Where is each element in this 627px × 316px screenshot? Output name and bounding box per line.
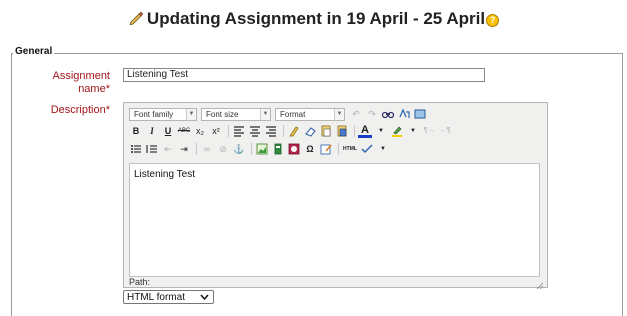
font-color-icon[interactable]: A xyxy=(358,124,372,138)
outdent-icon[interactable]: ⇤ xyxy=(161,142,175,156)
toolbar-row-3: ⇤ ⇥ ∞ ⊘ ⚓ Ω HTML ▼ xyxy=(129,141,392,157)
ltr-icon[interactable]: ¶→ xyxy=(422,124,436,138)
emoticon-icon[interactable] xyxy=(287,142,301,156)
align-right-icon[interactable] xyxy=(264,124,278,138)
chevron-down-icon: ▼ xyxy=(334,108,344,120)
page-title-text: Updating Assignment in 19 April - 25 Apr… xyxy=(146,9,486,28)
clean-icon[interactable] xyxy=(287,124,301,138)
toolbar-separator xyxy=(354,125,355,137)
page-title: Updating Assignment in 19 April - 25 Apr… xyxy=(0,9,627,29)
format-block-select-label: Format xyxy=(280,109,306,119)
align-center-icon[interactable] xyxy=(248,124,262,138)
format-block-select[interactable]: Format ▼ xyxy=(275,107,345,121)
html-icon[interactable]: HTML xyxy=(342,142,358,156)
highlight-icon[interactable] xyxy=(390,124,404,138)
superscript-button[interactable]: x² xyxy=(209,124,223,138)
chevron-down-icon[interactable]: ▼ xyxy=(376,142,390,156)
special-char-icon[interactable]: Ω xyxy=(303,142,317,156)
media-icon[interactable] xyxy=(271,142,285,156)
toolbar-separator xyxy=(338,143,339,155)
align-left-icon[interactable] xyxy=(232,124,246,138)
numbered-list-icon[interactable] xyxy=(145,142,159,156)
spellcheck-icon[interactable] xyxy=(360,142,374,156)
paste-text-icon[interactable] xyxy=(319,124,333,138)
image-icon[interactable] xyxy=(255,142,269,156)
chevron-down-icon[interactable]: ▼ xyxy=(374,124,388,138)
font-family-select[interactable]: Font family ▼ xyxy=(129,107,197,121)
subscript-button[interactable]: x₂ xyxy=(193,124,207,138)
font-size-select[interactable]: Font size ▼ xyxy=(201,107,271,121)
font-size-select-label: Font size xyxy=(206,109,239,119)
italic-button[interactable]: I xyxy=(145,124,159,138)
toolbar-separator xyxy=(251,143,252,155)
underline-button[interactable]: U xyxy=(161,124,175,138)
redo-icon[interactable]: ↷ xyxy=(365,107,379,121)
toolbar-row-2: B I U ABC x₂ x² A ▼ ▼ ¶→ ←¶ xyxy=(129,123,454,139)
toolbar-separator xyxy=(196,143,197,155)
chevron-down-icon xyxy=(200,291,209,305)
description-label: Description* xyxy=(40,104,110,117)
find-icon[interactable] xyxy=(381,107,395,121)
paste-word-icon[interactable] xyxy=(335,124,349,138)
replace-icon[interactable] xyxy=(397,107,411,121)
anchor-icon[interactable]: ⚓ xyxy=(232,142,246,156)
text-format-select[interactable]: HTML format xyxy=(123,290,214,304)
chevron-down-icon[interactable]: ▼ xyxy=(406,124,420,138)
description-editor: Font family ▼ Font size ▼ Format ▼ ↶ ↷ B… xyxy=(123,102,548,290)
undo-icon[interactable]: ↶ xyxy=(349,107,363,121)
general-legend: General xyxy=(13,46,55,57)
toolbar-separator xyxy=(228,125,229,137)
help-icon[interactable]: ? xyxy=(486,14,500,27)
resize-handle-icon[interactable] xyxy=(536,277,544,290)
rtl-icon[interactable]: ←¶ xyxy=(438,124,452,138)
toolbar-separator xyxy=(283,125,284,137)
chevron-down-icon: ▼ xyxy=(260,108,270,120)
assignment-name-input[interactable]: Listening Test xyxy=(123,68,485,82)
nolink-icon[interactable] xyxy=(319,142,333,156)
bullet-list-icon[interactable] xyxy=(129,142,143,156)
eraser-icon[interactable] xyxy=(303,124,317,138)
editor-content-text: Listening Test xyxy=(134,169,195,180)
link-icon[interactable]: ∞ xyxy=(200,142,214,156)
required-mark: * xyxy=(105,104,110,116)
edit-icon xyxy=(128,10,144,26)
editor-content-area[interactable]: Listening Test xyxy=(129,163,540,277)
indent-icon[interactable]: ⇥ xyxy=(177,142,191,156)
assignment-name-label: Assignment name* xyxy=(40,70,110,96)
chevron-down-icon: ▼ xyxy=(186,108,196,120)
description-label-text: Description xyxy=(50,104,106,116)
editor-path-label: Path: xyxy=(129,277,151,287)
font-family-select-label: Font family xyxy=(134,109,174,119)
strikethrough-button[interactable]: ABC xyxy=(177,124,191,138)
required-mark: * xyxy=(105,83,110,95)
assignment-name-label-text: Assignment name xyxy=(52,70,110,95)
text-format-select-value: HTML format xyxy=(127,292,185,303)
fullscreen-icon[interactable] xyxy=(413,107,427,121)
unlink-icon[interactable]: ⊘ xyxy=(216,142,230,156)
bold-button[interactable]: B xyxy=(129,124,143,138)
toolbar-row-1: Font family ▼ Font size ▼ Format ▼ ↶ ↷ xyxy=(129,106,429,122)
